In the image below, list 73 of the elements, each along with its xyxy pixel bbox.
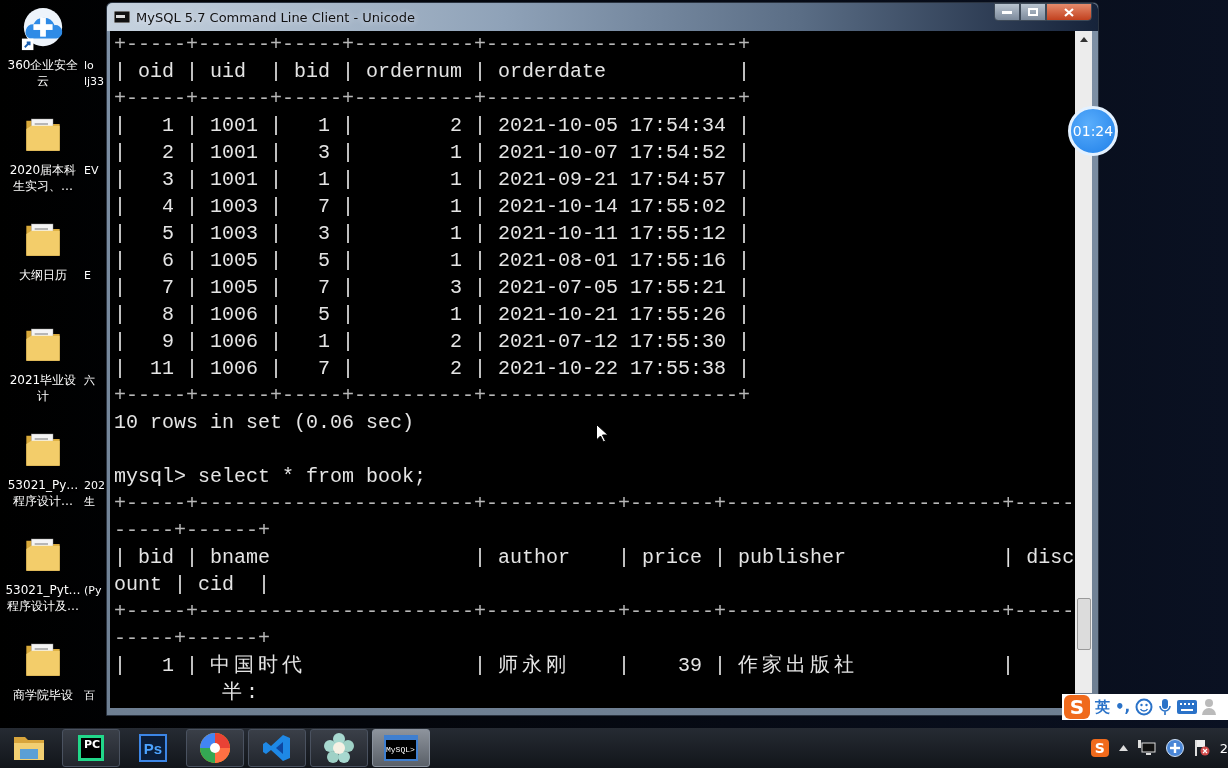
minimize-button[interactable] [994,3,1020,21]
chevron-logo-icon [262,733,292,763]
icon-label: 53021_Py… 程序设计… [7,477,79,509]
terminal-line: | 1 | 1001 | 1 | 2 | 2021-10-05 17:54:34 | [114,113,751,139]
maximize-icon [1028,8,1038,16]
terminal-line: | 8 | 1006 | 5 | 1 | 2021-10-21 17:55:26 | [114,302,751,328]
icon-label: E [84,268,91,284]
terminal-line: | 7 | 1005 | 7 | 3 | 2021-07-05 17:55:21 | [114,275,751,301]
clock-text: 2 [1219,740,1228,756]
close-icon [1064,7,1074,17]
window-title: MySQL 5.7 Command Line Client - Unicode [136,9,416,25]
terminal-line: 10 rows in set (0.06 sec) [114,410,415,436]
console-logo: MySQL> [384,735,418,761]
maximize-button[interactable] [1020,3,1046,21]
terminal-line: | 11 | 1006 | 7 | 2 | 2021-10-22 17:55:38 | [114,356,751,382]
flower-icon [324,733,354,763]
terminal-line: | oid | uid | bid | ordernum | orderdate | [114,59,751,85]
terminal-line: | 6 | 1005 | 5 | 1 | 2021-08-01 17:55:16 | [114,248,751,274]
keyboard-icon[interactable] [1177,700,1198,714]
smiley-icon[interactable] [1135,698,1154,716]
network-icon[interactable] [1137,740,1156,756]
terminal-line: | 1 | 中国时代 | 师永刚 | 39 | 作家出版社 | [114,653,1015,679]
ps-logo: Ps [139,734,167,762]
scrollbar-thumb[interactable] [1077,598,1091,650]
console-icon [114,11,130,23]
taskbar-button[interactable]: Ps [124,729,182,767]
language-toggle[interactable]: 英 [1095,697,1110,717]
terminal-line: | 2 | 1001 | 3 | 1 | 2021-10-07 17:54:52 | [114,140,751,166]
table-border: +-----+------+-----+----------+---------------------+ [114,383,751,409]
mouse-pointer-icon [596,424,608,443]
table-border: -----+------+ [114,518,271,544]
terminal-line: 半: [221,680,259,706]
up-arrow-icon [1079,37,1088,42]
punctuation-toggle[interactable]: •, [1115,698,1131,716]
terminal-line: | 4 | 1003 | 7 | 1 | 2021-10-14 17:55:02 | [114,194,751,220]
close-button[interactable] [1046,3,1092,21]
table-border: +-----+------+-----+----------+---------------------+ [114,86,751,112]
icon-label: 商学院毕设 [13,687,73,703]
pc-logo: PC [78,735,104,761]
pinwheel-icon [199,732,231,764]
taskbar-button[interactable]: MySQL> [372,729,430,767]
taskbar-button[interactable] [310,729,368,767]
terminal-line: ount | cid | [114,572,271,598]
terminal-line: | bid | bname | author | price | publisher | disc [114,545,1075,571]
taskbar-button[interactable]: PC [62,729,120,767]
icon-label: 大纲日历 [19,267,67,283]
icon-label: 2020届本科 生实习、… [9,162,77,194]
taskbar-button[interactable] [186,729,244,767]
icon-label: EV [84,163,99,179]
table-border: +-----+------+-----+----------+---------------------+ [114,32,751,58]
table-border: -----+------+ [114,626,271,652]
icon-label: lo lj33 [84,58,105,90]
icon-label: 六 [84,373,95,389]
s-logo[interactable]: S [1090,739,1109,757]
plus-circle-icon[interactable] [1165,739,1184,757]
s-logo[interactable]: S [1064,695,1090,719]
icon-label: (Py [84,583,102,599]
icon-label: 360企业安全 云 [7,57,79,89]
icon-label: 53021_Pyt… 程序设计及… [5,582,81,614]
icon-label: 2021毕业设 计 [9,372,77,404]
icon-label: 百 [84,688,95,704]
terminal-line: | 5 | 1003 | 3 | 1 | 2021-10-11 17:55:12 | [114,221,751,247]
table-border: +-----+-----------------------+-----------+-------+-----------------------+----- [114,599,1075,625]
terminal-line: mysql> select * from book; [114,464,427,490]
microphone-icon[interactable] [1158,698,1173,716]
icon-label: 202 生 [84,478,105,510]
timer-toast: 01:24 [1068,106,1118,156]
table-border: +-----+-----------------------+-----------+-------+-----------------------+----- [114,491,1075,517]
terminal-line: | 3 | 1001 | 1 | 1 | 2021-09-21 17:54:57 | [114,167,751,193]
flag-icon[interactable] [1193,739,1210,757]
terminal-line: | 9 | 1006 | 1 | 2 | 2021-07-12 17:55:30 | [114,329,751,355]
show-hidden-icons-icon[interactable] [1118,745,1128,751]
minimize-icon [1002,10,1012,14]
